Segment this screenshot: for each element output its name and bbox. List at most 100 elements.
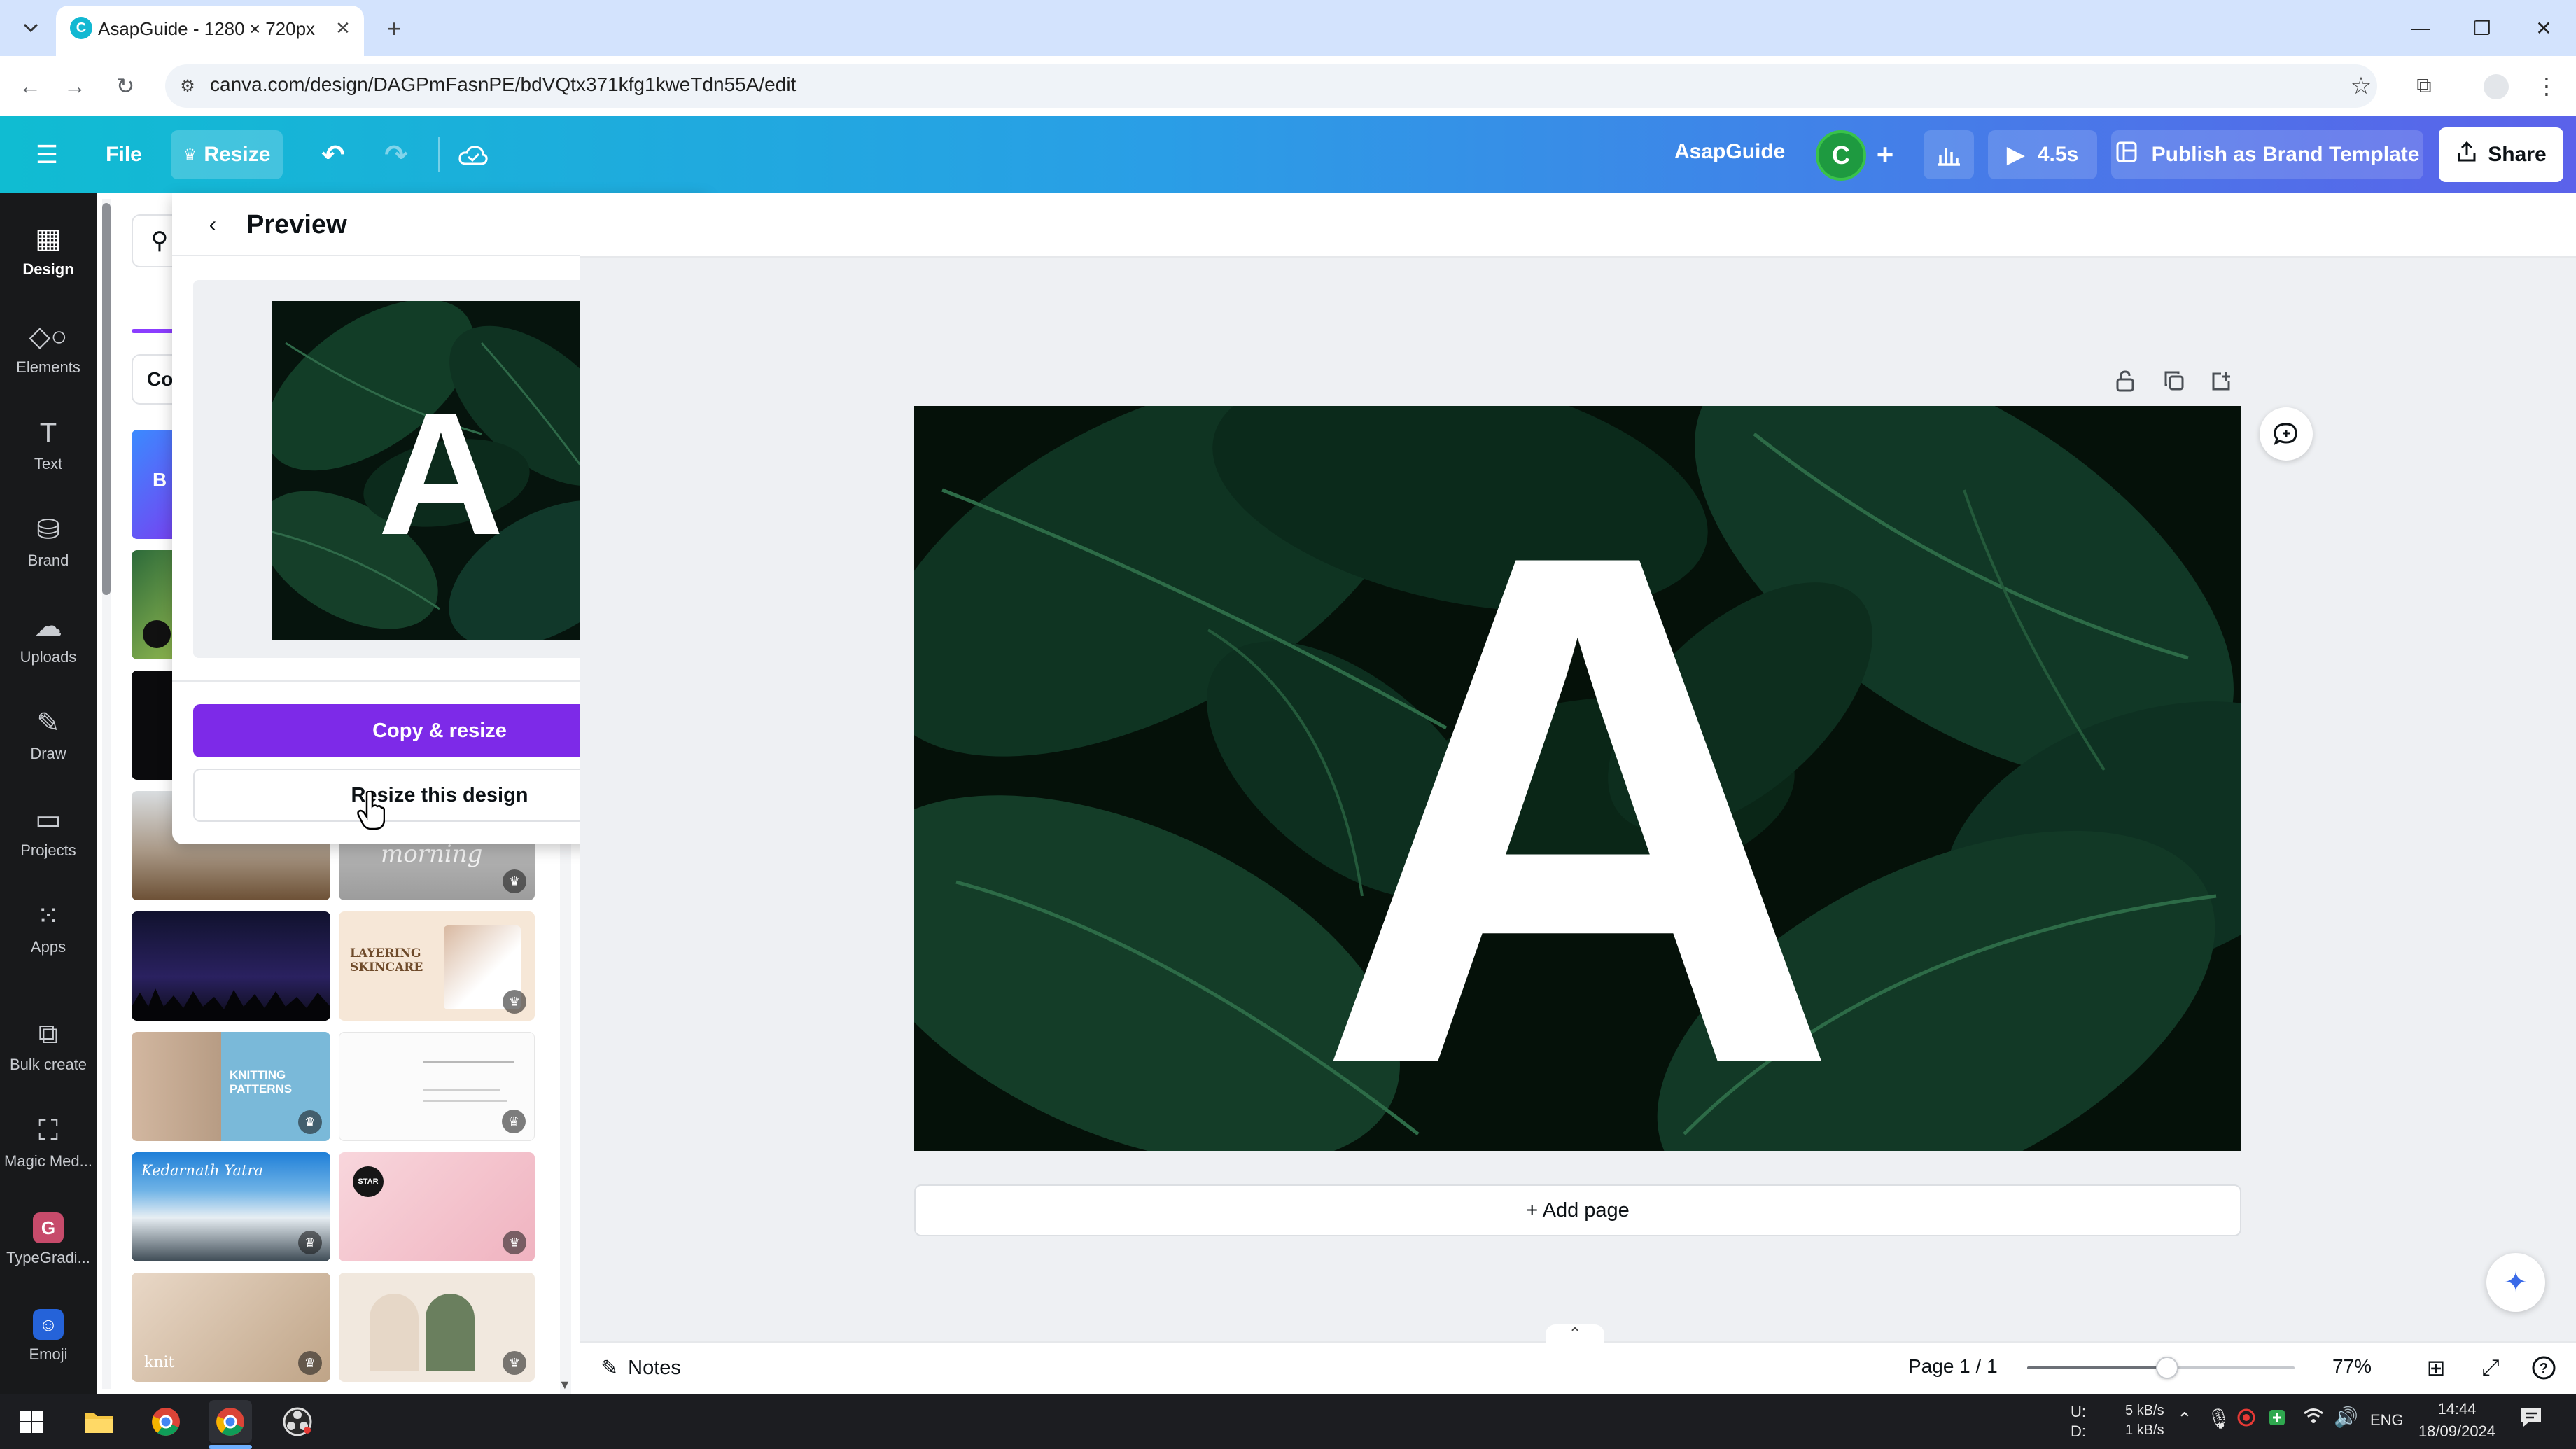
design-page-canvas[interactable]: A	[914, 406, 2241, 1151]
net-down-speed: 1 kB/s	[2125, 1422, 2164, 1438]
rail-item-magic-media[interactable]: ⛶ Magic Med...	[0, 1095, 97, 1186]
user-avatar[interactable]: C	[1816, 130, 1866, 181]
present-button[interactable]: ▶ 4.5s	[1988, 130, 2097, 179]
zoom-slider-fill	[2027, 1366, 2167, 1369]
taskbar-active-indicator	[209, 1445, 252, 1449]
rail-item-elements[interactable]: ◇○ Elements	[0, 301, 97, 392]
design-icon: ▦	[35, 223, 62, 254]
template-thumbnail[interactable]: LAYERING SKINCARE ♛	[339, 911, 535, 1021]
publish-brand-template-button[interactable]: Publish as Brand Template	[2111, 130, 2423, 179]
template-thumbnail[interactable]: STAR ♛	[339, 1152, 535, 1261]
premium-crown-icon: ♛	[502, 1110, 526, 1133]
invite-plus-icon[interactable]: +	[1868, 137, 1903, 172]
obs-recorder-icon[interactable]	[276, 1400, 319, 1443]
grid-view-icon[interactable]: ⊞	[2419, 1351, 2453, 1385]
magic-media-icon: ⛶	[38, 1115, 58, 1146]
tray-overflow-chevron-icon[interactable]: ⌃	[2177, 1408, 2192, 1430]
notifications-icon[interactable]	[2520, 1407, 2542, 1433]
windows-start-icon[interactable]	[10, 1400, 53, 1443]
back-chevron-icon[interactable]: ‹	[199, 209, 227, 239]
main-menu-icon[interactable]: ☰	[25, 137, 69, 172]
add-comment-icon[interactable]	[2260, 407, 2313, 461]
fullscreen-icon[interactable]: ⤢	[2474, 1351, 2507, 1385]
zoom-slider-handle[interactable]	[2156, 1357, 2178, 1379]
restore-icon[interactable]: ❐	[2454, 10, 2510, 46]
add-page-plus-icon[interactable]	[2205, 364, 2239, 398]
template-thumbnail[interactable]: knit ♛	[132, 1273, 330, 1382]
file-menu-button[interactable]: File	[102, 137, 146, 172]
rail-item-draw[interactable]: ✎ Draw	[0, 687, 97, 778]
undo-icon[interactable]: ↶	[314, 136, 353, 175]
app-tray-icon[interactable]	[2268, 1408, 2286, 1431]
template-arch	[426, 1294, 475, 1371]
rail-item-bulk-create[interactable]: ⧉ Bulk create	[0, 998, 97, 1089]
notes-button[interactable]: ✎ Notes	[601, 1354, 681, 1382]
rail-item-apps[interactable]: ⁙ Apps	[0, 881, 97, 972]
zoom-value[interactable]: 77%	[2332, 1355, 2372, 1378]
clock-time[interactable]: 14:44	[2422, 1400, 2492, 1418]
emoji-icon: ☺	[33, 1309, 64, 1340]
cloud-saved-icon[interactable]	[454, 136, 493, 175]
redo-icon[interactable]: ↷	[377, 136, 416, 175]
keyboard-language[interactable]: ENG	[2370, 1411, 2404, 1429]
template-thumbnail[interactable]: KNITTING PATTERNS ♛	[132, 1032, 330, 1141]
context-toolbar	[580, 193, 2576, 258]
chrome-icon[interactable]	[144, 1400, 188, 1443]
add-page-button[interactable]: + Add page	[914, 1184, 2241, 1236]
rail-item-projects[interactable]: ▭ Projects	[0, 784, 97, 875]
wifi-icon[interactable]	[2303, 1407, 2324, 1430]
insights-chart-icon[interactable]	[1924, 130, 1974, 179]
premium-crown-icon: ♛	[298, 1110, 322, 1134]
rail-item-emoji[interactable]: ☺ Emoji	[0, 1288, 97, 1379]
expand-pages-chevron-icon[interactable]: ⌃	[1546, 1324, 1604, 1343]
team-name[interactable]: AsapGuide	[1674, 140, 1785, 164]
clock-date[interactable]: 18/09/2024	[2415, 1422, 2499, 1441]
header-divider	[438, 137, 440, 172]
extensions-icon[interactable]: ⧉	[2408, 70, 2440, 102]
minimize-icon[interactable]: —	[2393, 10, 2449, 46]
duplicate-page-icon[interactable]	[2157, 364, 2191, 398]
template-text: morning	[381, 840, 483, 868]
site-info-icon[interactable]: ⚙	[174, 72, 202, 100]
template-thumbnail[interactable]: Kedarnath Yatra ♛	[132, 1152, 330, 1261]
rail-item-text[interactable]: T Text	[0, 398, 97, 489]
back-arrow-icon[interactable]: ←	[14, 70, 46, 102]
window-close-icon[interactable]: ✕	[2516, 10, 2572, 46]
template-thumbnail[interactable]: ♛	[339, 1273, 535, 1382]
page-indicator[interactable]: Page 1 / 1	[1908, 1355, 1998, 1378]
bookmark-star-icon[interactable]: ☆	[2345, 70, 2377, 102]
template-text-partial: B	[153, 469, 167, 491]
forward-arrow-icon[interactable]: →	[59, 70, 91, 102]
chrome-active-icon[interactable]	[209, 1400, 252, 1443]
hand-cursor-icon	[357, 790, 386, 830]
magic-sparkle-icon[interactable]: ✦	[2486, 1253, 2545, 1312]
design-letter-wrap: A	[914, 406, 2241, 1152]
share-button[interactable]: Share	[2439, 127, 2563, 182]
lock-icon[interactable]	[2108, 364, 2142, 398]
reload-icon[interactable]: ↻	[109, 70, 141, 102]
browser-menu-icon[interactable]: ⋮	[2533, 70, 2561, 102]
new-tab-icon[interactable]: +	[378, 13, 410, 45]
rail-item-brand[interactable]: ⛁ Brand	[0, 494, 97, 585]
tab-close-icon[interactable]: ✕	[329, 14, 357, 42]
rail-item-typegradient[interactable]: G TypeGradi...	[0, 1191, 97, 1282]
profile-avatar[interactable]	[2484, 74, 2509, 99]
apps-icon: ⁙	[36, 901, 60, 932]
tab-search-dropdown-icon[interactable]	[13, 10, 49, 46]
recording-indicator-icon[interactable]	[2237, 1408, 2255, 1431]
rail-scrollbar-thumb[interactable]	[102, 203, 111, 595]
resize-button[interactable]: ♛ Resize	[171, 130, 283, 179]
premium-crown-icon: ♛	[503, 1351, 526, 1375]
rail-item-design[interactable]: ▦ Design	[0, 203, 97, 294]
design-letter-a[interactable]: A	[1315, 446, 1840, 1152]
template-thumbnail[interactable]	[132, 911, 330, 1021]
file-explorer-icon[interactable]	[77, 1400, 120, 1443]
scroll-down-arrow-icon[interactable]: ▼	[559, 1378, 571, 1392]
help-icon[interactable]: ?	[2527, 1351, 2561, 1385]
volume-icon[interactable]: 🔊	[2334, 1406, 2358, 1429]
template-text: KNITTING PATTERNS	[230, 1068, 293, 1096]
url-text[interactable]: canva.com/design/DAGPmFasnPE/bdVQtx371kf…	[210, 74, 796, 96]
template-thumbnail[interactable]: ♛	[339, 1032, 535, 1141]
rail-item-uploads[interactable]: ☁ Uploads	[0, 591, 97, 682]
microphone-icon[interactable]: 🎙	[2206, 1407, 2232, 1430]
